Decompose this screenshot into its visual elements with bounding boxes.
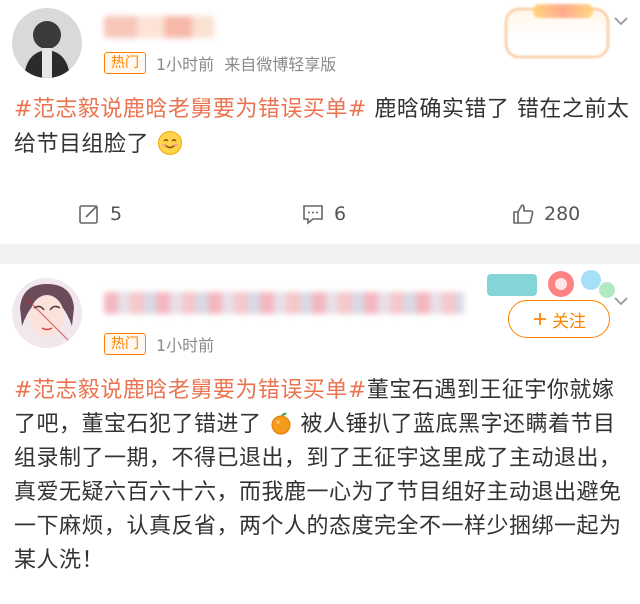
weibo-post-2: 关注 热门 1小时前 #范志毅说鹿晗老舅要为错误买单#董宝石遇到王征宇你就嫁了吧… — [0, 264, 640, 604]
topic-link[interactable]: #范志毅说鹿晗老舅要为错误买单# — [14, 97, 367, 122]
avatar[interactable] — [12, 8, 82, 78]
username-blurred[interactable] — [104, 292, 464, 314]
smile-emoji-icon — [157, 131, 183, 157]
decoration-card — [505, 4, 609, 58]
thumbs-up-icon — [513, 204, 534, 224]
plus-icon — [534, 313, 546, 325]
comment-button[interactable]: 6 — [302, 196, 346, 232]
repost-icon — [79, 205, 98, 224]
chevron-down-icon[interactable] — [612, 12, 630, 30]
follow-button[interactable]: 关注 — [508, 300, 610, 338]
post-meta: 热门 1小时前 — [104, 332, 214, 356]
post-time: 1小时前 — [156, 336, 215, 355]
post-text: #范志毅说鹿晗老舅要为错误买单#董宝石遇到王征宇你就嫁了吧，董宝石犯了错进了 被… — [14, 374, 630, 578]
hot-badge: 热门 — [104, 333, 146, 355]
like-button[interactable]: 280 — [512, 196, 580, 232]
username-blurred[interactable] — [104, 16, 214, 38]
like-count: 280 — [544, 203, 581, 225]
post-actions: 5 6 280 — [0, 196, 640, 232]
avatar[interactable] — [12, 278, 82, 348]
post-meta: 热门 1小时前 来自微博轻享版 — [104, 51, 336, 75]
orange-emoji-icon — [269, 412, 301, 437]
follow-label: 关注 — [552, 311, 586, 332]
repost-count: 5 — [110, 203, 123, 225]
decoration-stickers — [487, 270, 615, 298]
topic-link[interactable]: #范志毅说鹿晗老舅要为错误买单# — [14, 378, 367, 403]
post-time: 1小时前 — [156, 55, 215, 74]
comment-icon — [303, 205, 323, 225]
post-source: 来自微博轻享版 — [224, 55, 337, 74]
comment-count: 6 — [334, 203, 347, 225]
post-text: #范志毅说鹿晗老舅要为错误买单# 鹿晗确实错了 错在之前太给节目组脸了 — [14, 92, 630, 162]
chevron-down-icon[interactable] — [612, 292, 630, 310]
repost-button[interactable]: 5 — [78, 196, 122, 232]
weibo-post-1: 热门 1小时前 来自微博轻享版 #范志毅说鹿晗老舅要为错误买单# 鹿晗确实错了 … — [0, 0, 640, 244]
hot-badge: 热门 — [104, 52, 146, 74]
post-separator — [0, 244, 640, 264]
